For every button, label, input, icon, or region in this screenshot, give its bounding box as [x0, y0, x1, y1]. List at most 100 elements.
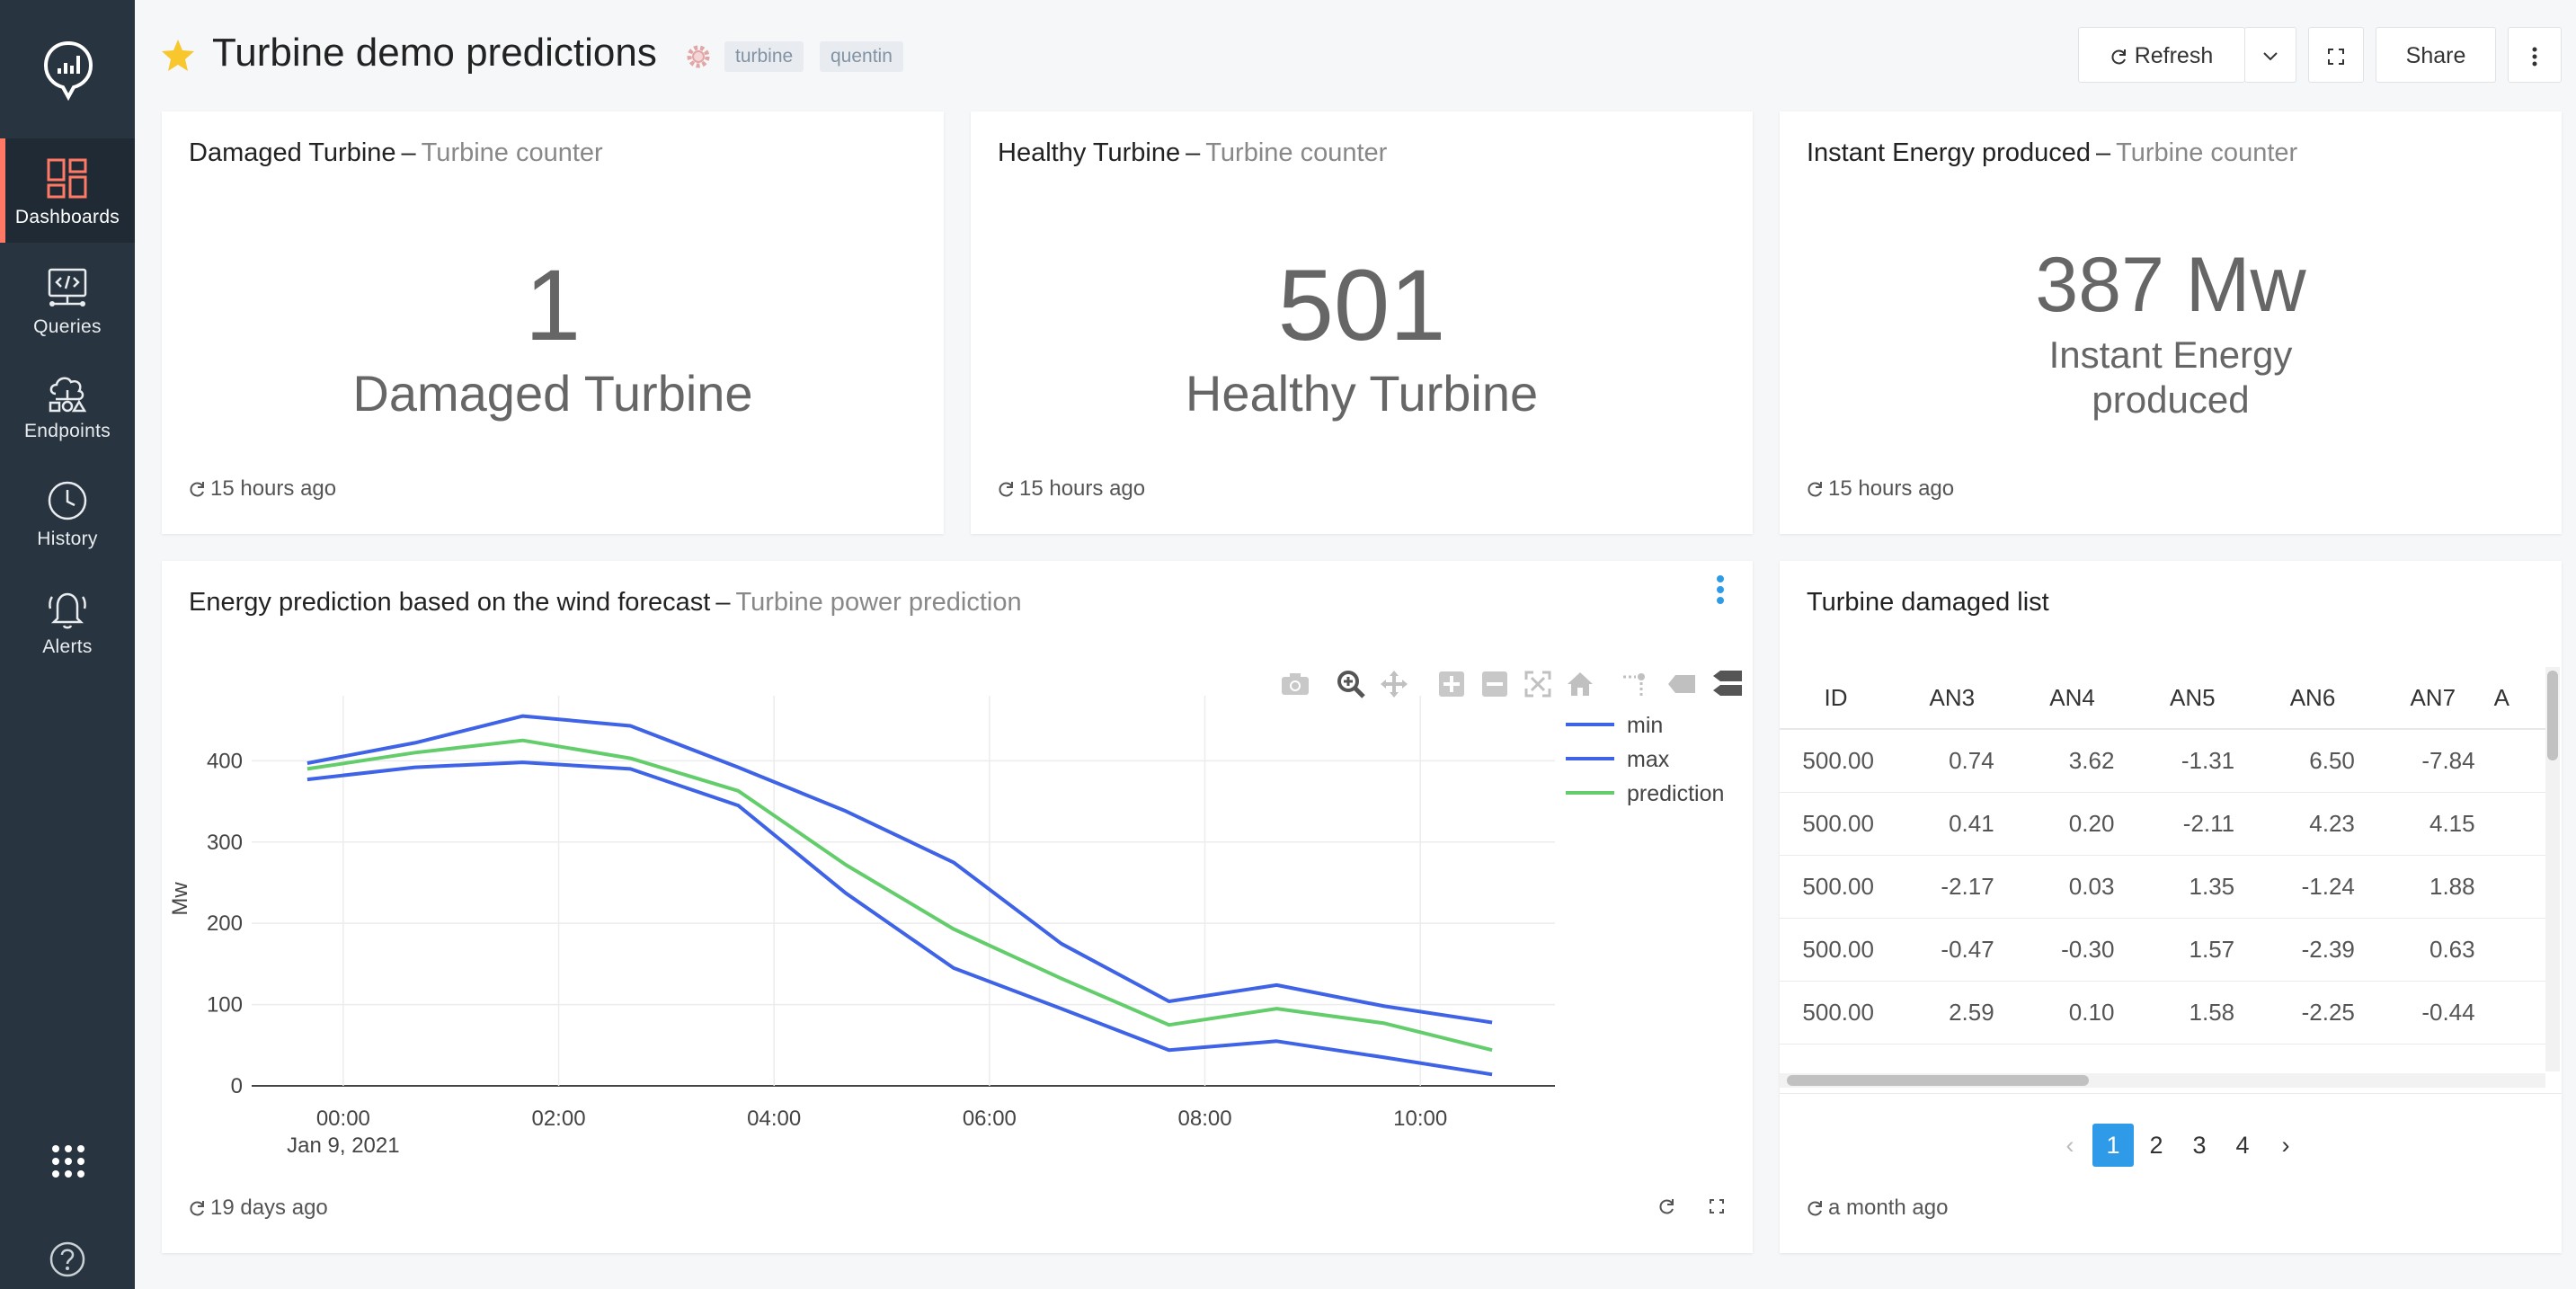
widget-expand-icon[interactable] [1710, 1199, 1724, 1213]
series-line-max[interactable] [306, 714, 1493, 1025]
pagination-next[interactable]: › [2265, 1124, 2306, 1167]
table-cell: -1.31 [2132, 729, 2253, 793]
widget-name[interactable]: Instant Energy produced [1807, 138, 2091, 167]
table-cell: 500.00 [1780, 792, 1892, 856]
table-cell: 2.25 [2252, 1044, 2373, 1064]
app-logo-icon[interactable] [42, 40, 94, 101]
updated-time: 15 hours ago [1828, 476, 1955, 501]
widget-refresh-icon[interactable] [1658, 1197, 1676, 1215]
y-tick-label: 300 [207, 831, 243, 855]
widget-healthy-turbine: Healthy Turbine – Turbine counter 501 Heal… [971, 111, 1753, 534]
widget-footer: 19 days ago [189, 1196, 328, 1221]
fullscreen-icon [2328, 49, 2344, 66]
table-cell [2492, 918, 2545, 982]
prediction-line-chart[interactable]: 0 100 200 300 400 00:00 02:00 04:00 06:00 08:00 1… [162, 683, 1753, 1187]
table-row: 500.00-1.211.540.932.250.30 [1780, 1044, 2545, 1064]
page-3[interactable]: 3 [2179, 1124, 2220, 1167]
horizontal-scrollbar-thumb[interactable] [1787, 1075, 2089, 1086]
widget-name[interactable]: Healthy Turbine [998, 138, 1180, 167]
table-cell: -2.11 [2132, 792, 2253, 856]
vertical-scrollbar[interactable] [2545, 667, 2560, 1071]
table-viewport[interactable]: ID AN3 AN4 AN5 AN6 AN7 A 500.00 0.74 3.62 -1.31 6.… [1780, 660, 2545, 1064]
page-2[interactable]: 2 [2136, 1124, 2177, 1167]
sidebar-item-label: Alerts [42, 636, 93, 657]
table-cell [2492, 1044, 2545, 1064]
counter-value: 1 [524, 249, 582, 361]
table-cell: 1.58 [2132, 981, 2253, 1045]
favorite-star-icon[interactable] [160, 38, 196, 74]
refresh-icon[interactable] [1807, 480, 1825, 498]
chevron-down-icon [2263, 52, 2278, 61]
column-header[interactable]: ID [1780, 667, 1892, 730]
sidebar-item-history[interactable]: History [0, 464, 135, 568]
counter-label: Damaged Turbine [352, 365, 753, 422]
table-cell: 0.63 [2372, 918, 2493, 982]
legend-item-label[interactable]: max [1627, 747, 1670, 772]
table-row: 500.00 -2.17 0.03 1.35 -1.24 1.88 [1780, 855, 2545, 919]
legend-item-label[interactable]: prediction [1627, 781, 1724, 806]
widget-title: Energy prediction based on the wind fore… [189, 588, 1022, 618]
widget-query-name[interactable]: Turbine counter [1205, 138, 1387, 167]
table-cell: 6.50 [2252, 729, 2373, 793]
page-1[interactable]: 1 [2092, 1124, 2134, 1167]
table-cell: 0.10 [2012, 981, 2133, 1045]
table-cell: 0.20 [2012, 792, 2133, 856]
table-cell: 0.41 [1891, 792, 2012, 856]
widget-query-name[interactable]: Turbine counter [2116, 138, 2297, 167]
sidebar-item-label: Dashboards [14, 207, 120, 227]
x-tick-label: 04:00 [747, 1107, 801, 1131]
updated-time: 19 days ago [210, 1196, 328, 1220]
refresh-options-dropdown[interactable] [2244, 27, 2296, 83]
table-cell: 1.88 [2372, 855, 2493, 919]
title-separator: – [2095, 138, 2111, 167]
widget-menu-icon[interactable] [1716, 574, 1725, 605]
widget-query-name[interactable]: Turbine power prediction [736, 588, 1022, 617]
fullscreen-button[interactable] [2308, 27, 2364, 83]
alerts-icon [49, 592, 86, 629]
sidebar-item-dashboards[interactable]: Dashboards [0, 138, 135, 243]
column-header[interactable]: AN6 [2252, 667, 2373, 730]
widget-query-name[interactable]: Turbine counter [422, 138, 603, 167]
widget-footer: 15 hours ago [189, 476, 336, 502]
table-cell: 1.57 [2132, 918, 2253, 982]
sidebar-item-endpoints[interactable]: Endpoints [0, 356, 135, 460]
widget-turbine-damaged-list: Turbine damaged list ID AN3 AN4 AN5 AN6 AN7 A … [1780, 561, 2562, 1253]
legend-item-label[interactable]: min [1627, 713, 1663, 738]
help-icon[interactable] [49, 1240, 86, 1278]
apps-grid-icon[interactable] [50, 1143, 86, 1179]
horizontal-scrollbar[interactable] [1780, 1073, 2545, 1088]
more-options-button[interactable] [2508, 27, 2562, 83]
column-header[interactable]: AN4 [2012, 667, 2133, 730]
sidebar-item-alerts[interactable]: Alerts [0, 572, 135, 676]
tag-quentin[interactable]: quentin [820, 41, 903, 72]
table-cell: 500.00 [1780, 855, 1892, 919]
refresh-icon [2111, 49, 2126, 65]
share-button[interactable]: Share [2376, 27, 2496, 83]
sidebar-item-queries[interactable]: Queries [0, 250, 135, 354]
vertical-scrollbar-thumb[interactable] [2547, 671, 2558, 760]
column-header[interactable]: AN3 [1891, 667, 2012, 730]
page-4[interactable]: 4 [2222, 1124, 2263, 1167]
column-header[interactable]: AN5 [2132, 667, 2253, 730]
refresh-icon[interactable] [1807, 1199, 1825, 1217]
table-cell [2492, 981, 2545, 1045]
refresh-icon[interactable] [998, 480, 1016, 498]
refresh-icon[interactable] [189, 1199, 207, 1217]
x-tick-label: 10:00 [1393, 1107, 1447, 1131]
refresh-button[interactable]: Refresh [2078, 27, 2245, 83]
series-line-prediction[interactable] [306, 738, 1493, 1053]
pagination-prev[interactable]: ‹ [2049, 1124, 2091, 1167]
widget-name[interactable]: Energy prediction based on the wind fore… [189, 588, 710, 617]
refresh-icon[interactable] [189, 480, 207, 498]
column-header[interactable]: AN7 [2372, 667, 2493, 730]
counter-label: Healthy Turbine [1185, 365, 1539, 422]
widget-name[interactable]: Damaged Turbine [189, 138, 396, 167]
updated-time: a month ago [1828, 1196, 1949, 1220]
widget-title: Instant Energy produced – Turbine counter [1807, 138, 2297, 168]
x-tick-label: 08:00 [1178, 1107, 1232, 1131]
counter-value: 387 Mw [2035, 242, 2306, 328]
tag-turbine[interactable]: turbine [724, 41, 804, 72]
widget-name[interactable]: Turbine damaged list [1807, 588, 2049, 617]
column-header[interactable]: A [2492, 667, 2545, 730]
series-line-min[interactable] [306, 760, 1493, 1077]
